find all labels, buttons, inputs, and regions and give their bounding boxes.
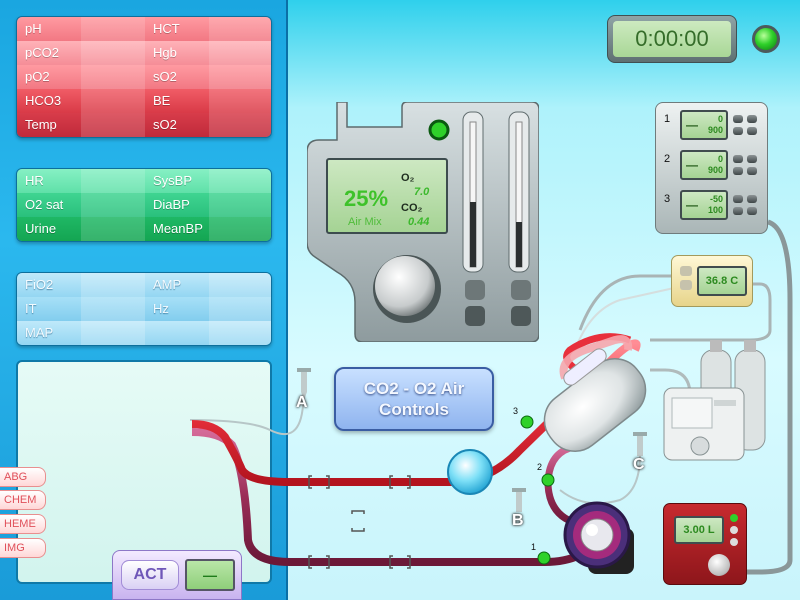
pump-3-down-button-2[interactable]	[747, 207, 757, 215]
heater-down-button[interactable]	[680, 280, 692, 290]
pump-3-down-button[interactable]	[733, 207, 743, 215]
co2-label: CO₂	[401, 202, 423, 214]
flow-button-1[interactable]	[730, 526, 738, 534]
flow-knob[interactable]	[708, 554, 730, 576]
port-3-number: 3	[513, 406, 519, 416]
pump-2-up-button[interactable]	[733, 155, 743, 163]
port-1-led[interactable]	[537, 551, 551, 565]
o2-up-button[interactable]	[465, 280, 485, 300]
pump-1-down-button[interactable]	[733, 127, 743, 135]
mix-mode-label: Air Mix	[348, 216, 382, 228]
gas-blender[interactable]	[663, 387, 745, 461]
o2-value: 7.0	[414, 186, 430, 198]
centrifugal-pump[interactable]	[563, 501, 634, 574]
gas-mixer-display: 25% Air Mix O₂ 7.0 CO₂ 0.44	[326, 158, 448, 234]
flow-display: 3.00 L	[674, 516, 724, 544]
pump-1-number: 1	[664, 113, 671, 125]
pump-3-up-button[interactable]	[733, 195, 743, 203]
co2-down-button[interactable]	[511, 306, 531, 326]
gas-controls-button[interactable]: CO2 - O2 Air Controls	[334, 367, 494, 431]
flow-monitor: 3.00 L	[663, 503, 747, 585]
port-2-number: 2	[537, 462, 543, 472]
pump-3-number: 3	[664, 193, 671, 205]
temperature-display: 36.8 C	[697, 266, 747, 296]
port-1-number: 1	[531, 542, 537, 552]
pump-2-up-button-2[interactable]	[747, 155, 757, 163]
pump-2-display[interactable]: — 0 900	[680, 150, 728, 180]
port-3-led[interactable]	[520, 415, 534, 429]
pump-1-display[interactable]: — 0 900	[680, 110, 728, 140]
timer: 0:00:00	[607, 15, 737, 63]
pump-3-dash: —	[686, 198, 698, 212]
flow-led-icon	[730, 514, 738, 522]
pump-3-up-button-2[interactable]	[747, 195, 757, 203]
pump-1-up-button[interactable]	[733, 115, 743, 123]
pump-1-down-button-2[interactable]	[747, 127, 757, 135]
co2-value: 0.44	[408, 216, 430, 228]
port-c-label: C	[633, 456, 645, 473]
pump-2-down-button-2[interactable]	[747, 167, 757, 175]
sample-port-b[interactable]	[512, 488, 526, 512]
heater-unit: 36.8 C	[671, 255, 753, 307]
pump-1-value: 0	[717, 114, 723, 124]
pump-1-limit: 900	[707, 125, 723, 135]
pump-3-limit: 100	[707, 205, 723, 215]
controls-line-2: Controls	[379, 400, 449, 419]
pump-1-dash: —	[686, 118, 698, 132]
co2-up-button[interactable]	[511, 280, 531, 300]
pump-3-display[interactable]: — -50 100	[680, 190, 728, 220]
o2-label: O₂	[401, 172, 415, 184]
pump-2-number: 2	[664, 153, 671, 165]
flow-button-2[interactable]	[730, 538, 738, 546]
pump-2-dash: —	[686, 158, 698, 172]
pump-2-value: 0	[717, 154, 723, 164]
port-b-label: B	[512, 512, 524, 529]
pump-2-limit: 900	[707, 165, 723, 175]
sample-line-c	[559, 454, 641, 505]
mixer-led-icon	[428, 119, 450, 141]
controls-line-1: CO2 - O2 Air	[363, 379, 465, 398]
bubble-detector[interactable]	[447, 449, 493, 495]
mixer-knob[interactable]	[375, 256, 435, 316]
o2-down-button[interactable]	[465, 306, 485, 326]
heater-up-button[interactable]	[680, 266, 692, 276]
port-a-label: A	[296, 394, 308, 411]
pump-1-up-button-2[interactable]	[747, 115, 757, 123]
pump-3-value: -50	[709, 194, 723, 204]
pump-2-down-button[interactable]	[733, 167, 743, 175]
port-2-led[interactable]	[541, 473, 555, 487]
sample-port-c[interactable]	[633, 432, 647, 456]
timer-display: 0:00:00	[613, 21, 731, 57]
status-led-icon[interactable]	[752, 25, 780, 53]
sweep-percent: 25%	[344, 186, 389, 211]
heater-line-2	[578, 274, 671, 331]
